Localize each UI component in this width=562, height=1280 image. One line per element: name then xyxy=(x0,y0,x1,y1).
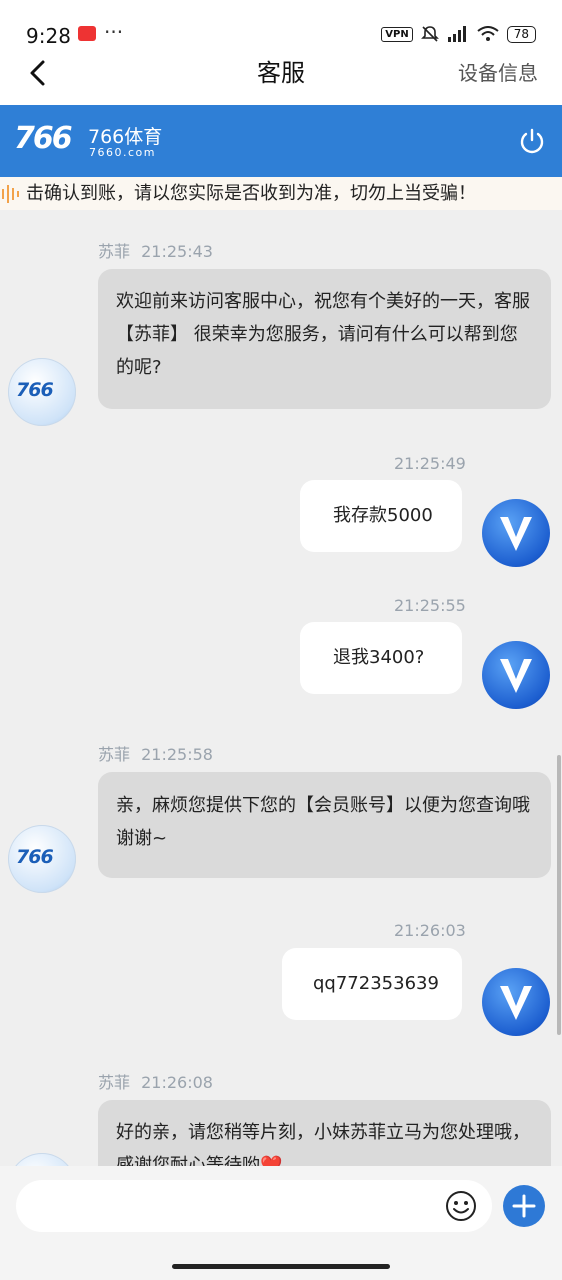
home-indicator[interactable] xyxy=(172,1264,390,1269)
message-bubble: 退我3400? xyxy=(300,622,462,694)
chat-area: 苏菲 21:25:43 欢迎前来访问客服中心，祝您有个美好的一天，客服【苏菲】 … xyxy=(0,210,562,1166)
brand-logo: 766 xyxy=(14,121,73,156)
add-button[interactable] xyxy=(503,1185,545,1227)
input-bar xyxy=(0,1166,562,1280)
status-icons: VPN 78 xyxy=(381,25,536,43)
message-input[interactable] xyxy=(16,1180,492,1232)
power-icon[interactable] xyxy=(518,127,546,155)
message-bubble: 我存款5000 xyxy=(300,480,462,552)
message-time: 21:26:08 xyxy=(141,1073,213,1092)
message-time: 21:25:58 xyxy=(141,745,213,764)
brand-name: 766体育 xyxy=(88,126,163,148)
message-time: 21:25:43 xyxy=(141,242,213,261)
v-logo-icon xyxy=(500,986,532,1020)
agent-avatar: 766 xyxy=(8,1153,76,1166)
user-avatar xyxy=(482,641,550,709)
agent-avatar: 766 xyxy=(8,358,76,426)
agent-avatar: 766 xyxy=(8,825,76,893)
agent-message: 苏菲 21:25:43 欢迎前来访问客服中心，祝您有个美好的一天，客服【苏菲】 … xyxy=(0,210,562,426)
chat-scrollbar[interactable] xyxy=(557,755,561,1035)
plus-icon xyxy=(512,1194,536,1218)
v-logo-icon xyxy=(500,517,532,551)
sound-wave-icon xyxy=(2,185,19,203)
wifi-icon xyxy=(477,26,499,41)
device-info-button[interactable]: 设备信息 xyxy=(458,57,538,86)
vpn-icon: VPN xyxy=(381,26,413,42)
message-bubble: 欢迎前来访问客服中心，祝您有个美好的一天，客服【苏菲】 很荣幸为您服务，请问有什… xyxy=(98,269,551,409)
sender-name: 苏菲 xyxy=(98,1073,131,1092)
emoji-icon[interactable] xyxy=(445,1190,477,1222)
message-time: 21:25:55 xyxy=(394,596,466,615)
sender-name: 苏菲 xyxy=(98,242,131,261)
notice-banner: 击确认到账，请以您实际是否收到为准，切勿上当受骗！ xyxy=(0,177,562,210)
brand-domain: 7660.com xyxy=(89,146,156,159)
user-message: 21:26:03 qq772353639 xyxy=(0,915,562,1045)
message-bubble: 好的亲，请您稍等片刻，小妹苏菲立马为您处理哦，感谢您耐心等待哟❤️ xyxy=(98,1100,551,1166)
more-notifications-icon: ··· xyxy=(104,20,124,44)
agent-message: 苏菲 21:26:08 好的亲，请您稍等片刻，小妹苏菲立马为您处理哦，感谢您耐心… xyxy=(0,1045,562,1166)
signal-icon xyxy=(447,26,466,42)
brand-header: 766 766体育 7660.com xyxy=(0,105,562,177)
status-time: 9:28 xyxy=(26,24,71,48)
bell-muted-icon xyxy=(420,26,439,42)
message-time: 21:25:49 xyxy=(394,454,466,473)
notice-text: 击确认到账，请以您实际是否收到为准，切勿上当受骗！ xyxy=(26,183,476,204)
user-avatar xyxy=(482,499,550,567)
app-notification-icon xyxy=(78,26,96,41)
nav-bar: 客服 设备信息 xyxy=(0,50,562,105)
message-bubble: 亲，麻烦您提供下您的【会员账号】以便为您查询哦 谢谢~ xyxy=(98,772,551,878)
sender-name: 苏菲 xyxy=(98,745,131,764)
status-bar: 9:28 ··· VPN 78 xyxy=(0,0,562,50)
user-message: 21:25:49 我存款5000 xyxy=(0,446,562,576)
message-time: 21:26:03 xyxy=(394,921,466,940)
agent-message: 苏菲 21:25:58 亲，麻烦您提供下您的【会员账号】以便为您查询哦 谢谢~ … xyxy=(0,715,562,915)
v-logo-icon xyxy=(500,659,532,693)
battery-icon: 78 xyxy=(506,25,536,43)
user-avatar xyxy=(482,968,550,1036)
message-bubble: qq772353639 xyxy=(282,948,462,1020)
user-message: 21:25:55 退我3400? xyxy=(0,588,562,718)
